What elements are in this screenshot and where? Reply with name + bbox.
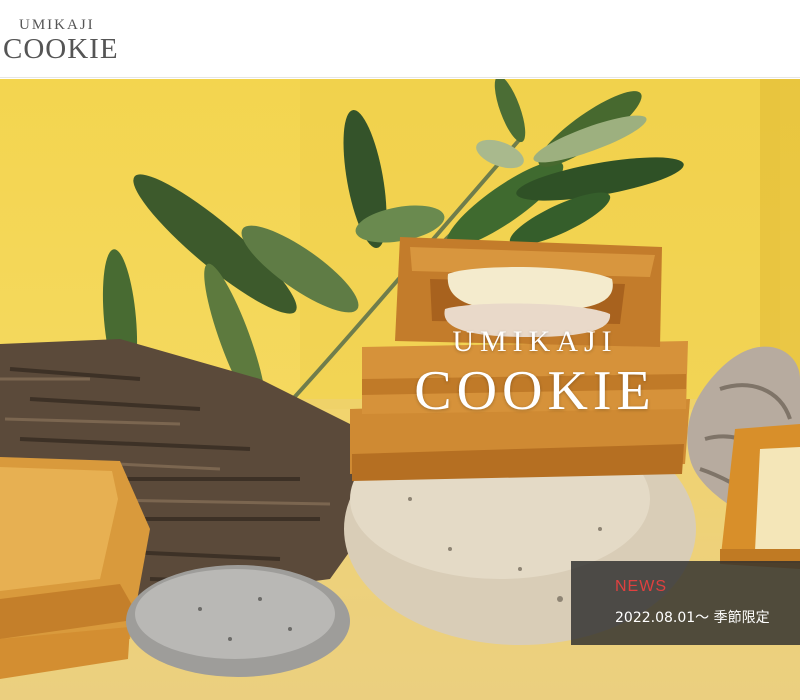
site-logo[interactable]: UMIKAJI COOKIE <box>3 16 119 64</box>
news-label: NEWS <box>615 578 667 595</box>
hero-title-main: COOKIE <box>414 360 656 422</box>
news-panel[interactable]: NEWS 2022.08.01～ 季節限定 <box>571 561 800 645</box>
logo-subtitle: UMIKAJI <box>19 17 95 33</box>
left-cookie <box>0 457 150 679</box>
site-header: UMIKAJI COOKIE <box>0 0 800 78</box>
hero-title: UMIKAJI COOKIE <box>380 324 690 422</box>
hero-title-sub: UMIKAJI <box>452 325 618 358</box>
news-item-link[interactable]: 2022.08.01～ 季節限定 <box>615 607 800 629</box>
logo-title: COOKIE <box>3 33 119 65</box>
grey-stone <box>126 565 350 677</box>
